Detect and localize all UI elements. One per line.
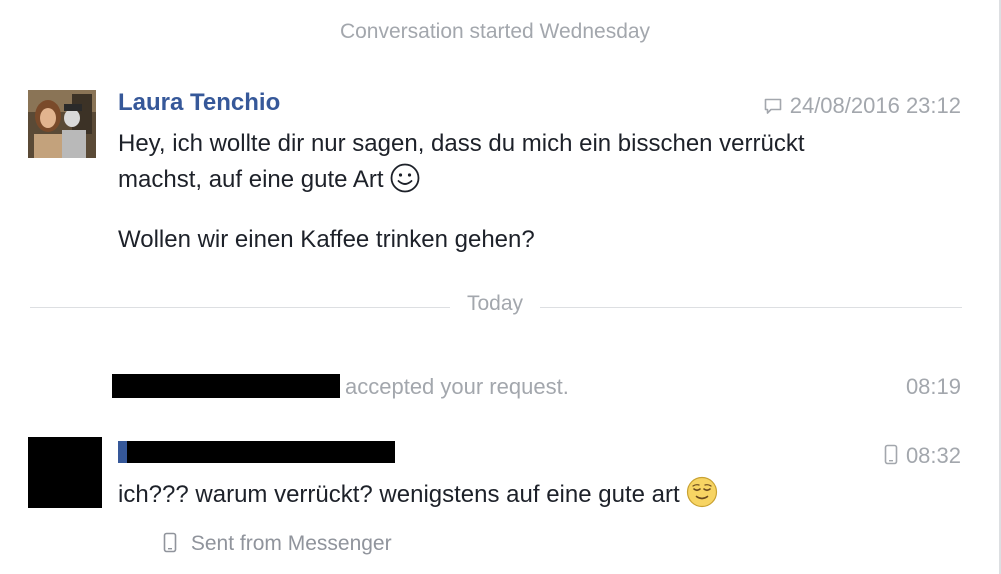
- conversation-started-label: Conversation started Wednesday: [339, 20, 651, 43]
- message-timestamp: 08:32: [884, 443, 961, 471]
- phone-icon: [163, 532, 191, 555]
- message-text-line: ich??? warum verrückt? wenigstens auf ei…: [118, 481, 680, 508]
- redacted-name: [112, 374, 340, 398]
- sender-name-link[interactable]: Laura Tenchio: [118, 89, 280, 117]
- smile-emoji-icon: [390, 163, 420, 193]
- message-text-line: Hey, ich wollte dir nur sagen, dass du m…: [118, 130, 805, 193]
- redacted-sender-name[interactable]: [118, 441, 395, 463]
- date-divider-label: Today: [466, 292, 524, 315]
- sender-name-fragment: [118, 441, 127, 463]
- timestamp-text: 08:32: [905, 443, 961, 468]
- message-timestamp: 24/08/2016 23:12: [764, 93, 961, 121]
- relieved-emoji-icon: [686, 476, 717, 508]
- timestamp-text: 24/08/2016 23:12: [789, 93, 961, 118]
- chat-bubble-icon: [764, 95, 782, 121]
- event-timestamp: 08:19: [905, 374, 961, 399]
- avatar[interactable]: [28, 437, 102, 508]
- divider-line: [30, 307, 450, 308]
- sent-from-label: Sent from Messenger: [190, 532, 392, 555]
- message-text: Hey, ich wollte dir nur sagen, dass du m…: [118, 126, 838, 198]
- message-text: ich??? warum verrückt? wenigstens auf ei…: [118, 476, 717, 513]
- event-text: accepted your request.: [345, 374, 569, 399]
- sent-from-messenger: Sent from Messenger: [163, 532, 392, 556]
- message-text: Wollen wir einen Kaffee trinken gehen?: [118, 226, 535, 253]
- phone-icon: [884, 444, 898, 471]
- avatar[interactable]: [28, 90, 96, 158]
- divider-line: [540, 307, 962, 308]
